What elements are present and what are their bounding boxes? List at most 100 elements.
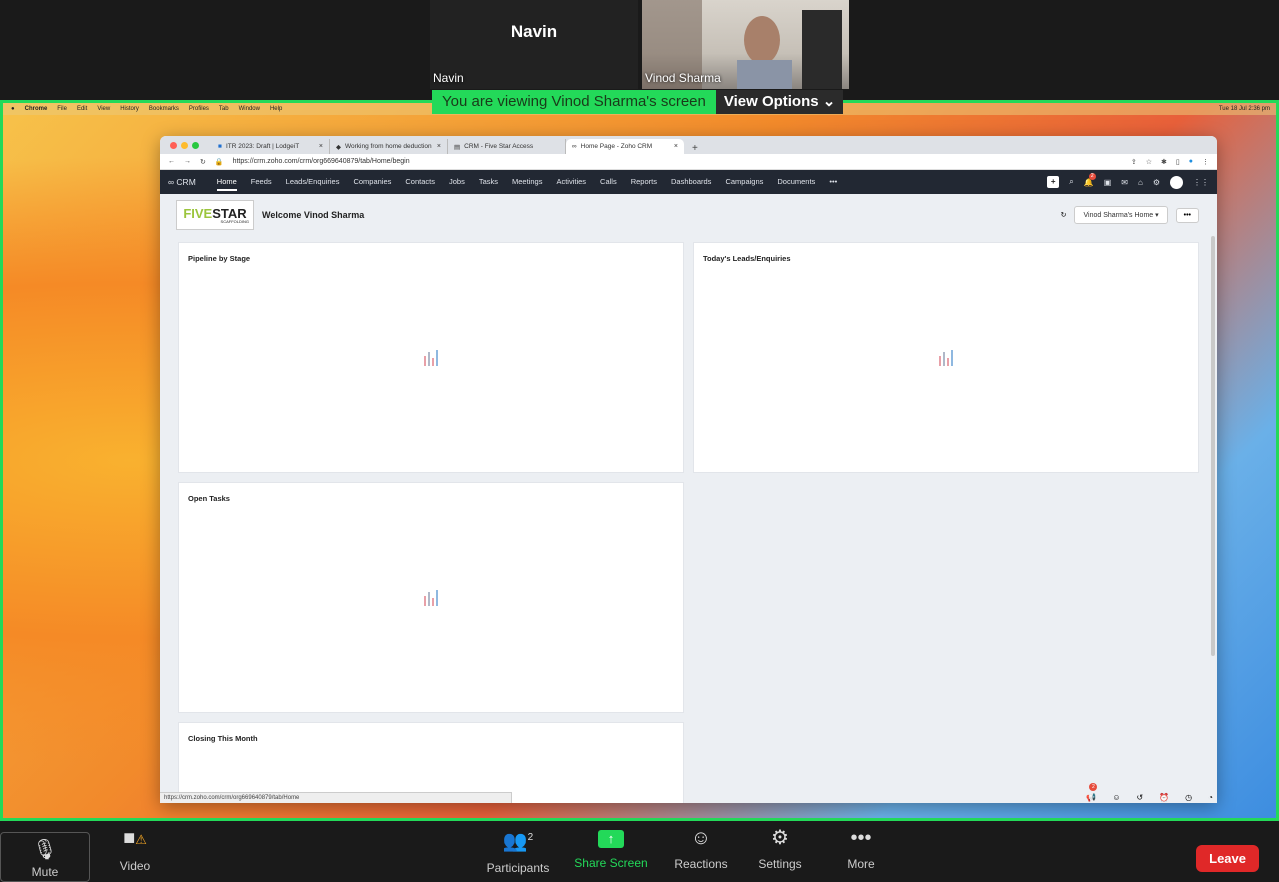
help-icon[interactable]: ◔ — [1208, 793, 1213, 802]
nav-documents[interactable]: Documents — [770, 170, 822, 194]
favicon-icon: ■ — [218, 143, 222, 150]
close-window-icon[interactable] — [170, 142, 177, 149]
bottom-badge: 2 — [1089, 783, 1098, 791]
user-avatar[interactable] — [1170, 175, 1183, 189]
close-tab-icon[interactable]: × — [674, 143, 678, 150]
reactions-button[interactable]: ☺ Reactions — [668, 821, 734, 871]
menu-app[interactable]: Chrome — [25, 106, 48, 112]
address-bar: ← → ↻ 🔒 https://crm.zoho.com/crm/org6696… — [160, 154, 1217, 170]
nav-more-icon[interactable]: ••• — [822, 170, 844, 194]
forward-icon[interactable]: → — [184, 158, 191, 165]
close-tab-icon[interactable]: × — [437, 143, 441, 150]
favicon-icon: ◆ — [336, 143, 341, 151]
browser-tab-active[interactable]: ∞ Home Page - Zoho CRM × — [566, 139, 684, 154]
extensions-icon[interactable]: ✱ — [1161, 158, 1167, 166]
share-screen-icon: ↑ — [598, 830, 624, 848]
shared-screen: ● Chrome File Edit View History Bookmark… — [0, 100, 1279, 821]
history-icon[interactable]: ↺ — [1137, 793, 1144, 802]
nav-meetings[interactable]: Meetings — [505, 170, 549, 194]
close-tab-icon[interactable]: × — [319, 143, 323, 150]
back-icon[interactable]: ← — [168, 158, 175, 165]
menu-item[interactable]: History — [120, 106, 139, 112]
apple-icon[interactable]: ● — [11, 106, 15, 112]
nav-companies[interactable]: Companies — [346, 170, 398, 194]
menubar-clock[interactable]: Tue 18 Jul 2:36 pm — [1219, 106, 1276, 112]
new-tab-icon[interactable]: + — [684, 143, 706, 154]
nav-feeds[interactable]: Feeds — [244, 170, 279, 194]
page-scrollbar[interactable] — [1211, 236, 1215, 656]
share-icon[interactable]: ⇪ — [1131, 158, 1137, 166]
nav-tasks[interactable]: Tasks — [472, 170, 505, 194]
more-options-button[interactable]: ••• — [1175, 207, 1199, 223]
participant-tile-vinod[interactable]: Vinod Sharma — [642, 0, 849, 89]
zoom-window-icon[interactable] — [192, 142, 199, 149]
nav-leads[interactable]: Leads/Enquiries — [279, 170, 347, 194]
settings-label: Settings — [758, 857, 802, 871]
leave-button[interactable]: Leave — [1196, 845, 1259, 872]
screen-share-banner: You are viewing Vinod Sharma's screen Vi… — [432, 90, 844, 114]
settings-button[interactable]: ⚙ Settings — [752, 821, 808, 871]
marketplace-icon[interactable]: ⌂ — [1138, 178, 1143, 187]
crm-nav-icons: + ⌕ 🔔 2 ▣ ✉ ⌂ ⚙ ⋮⋮ — [1047, 172, 1217, 189]
mail-icon[interactable]: ✉ — [1121, 178, 1128, 187]
refresh-icon[interactable]: ↻ — [1061, 211, 1067, 219]
home-view-select[interactable]: Vinod Sharma's Home ▾ — [1074, 206, 1168, 224]
tab-title: CRM - Five Star Access — [464, 143, 534, 150]
chat-icon[interactable]: ☺ — [1112, 793, 1120, 802]
calendar-icon[interactable]: ▣ — [1104, 178, 1112, 187]
widget-title: Today's Leads/Enquiries — [703, 254, 791, 263]
announcement-icon[interactable]: 📢 2 — [1086, 783, 1098, 802]
nav-campaigns[interactable]: Campaigns — [718, 170, 770, 194]
nav-home[interactable]: Home — [210, 170, 244, 194]
menu-item[interactable]: Tab — [219, 106, 229, 112]
apps-grid-icon[interactable]: ⋮⋮ — [1193, 178, 1209, 187]
video-button[interactable]: ■⚠ Video — [108, 821, 162, 873]
menu-item[interactable]: Help — [270, 106, 282, 112]
participant-tile-navin[interactable]: Navin Navin — [430, 0, 638, 89]
widget-todays-leads: Today's Leads/Enquiries — [693, 242, 1199, 473]
nav-jobs[interactable]: Jobs — [442, 170, 472, 194]
reload-icon[interactable]: ↻ — [200, 158, 206, 166]
settings-gear-icon[interactable]: ⚙ — [1153, 178, 1160, 187]
participants-button[interactable]: 👥2 Participants — [478, 821, 558, 875]
create-plus-icon[interactable]: + — [1047, 176, 1060, 188]
nav-calls[interactable]: Calls — [593, 170, 624, 194]
nav-dashboards[interactable]: Dashboards — [664, 170, 718, 194]
menu-item[interactable]: File — [57, 106, 67, 112]
crm-bottom-toolbar: 📢 2 ☺ ↺ ⏰ ◷ ◔ — [1086, 783, 1213, 803]
menu-item[interactable]: Profiles — [189, 106, 209, 112]
view-options-button[interactable]: View Options ⌄ — [715, 90, 844, 114]
profile-icon[interactable]: ● — [1189, 158, 1193, 165]
caret-down-icon: ▾ — [1155, 212, 1159, 219]
menu-item[interactable]: View — [97, 106, 110, 112]
alarm-icon[interactable]: ⏰ — [1159, 793, 1169, 802]
menu-item[interactable]: Bookmarks — [149, 106, 179, 112]
browser-tab[interactable]: ▤ CRM - Five Star Access — [448, 139, 566, 154]
widget-title: Open Tasks — [188, 494, 230, 503]
settings-gear-icon: ⚙ — [771, 827, 789, 849]
notification-bell-icon[interactable]: 🔔 2 — [1084, 172, 1096, 187]
bookmark-star-icon[interactable]: ☆ — [1146, 158, 1152, 166]
mute-label: Mute — [31, 865, 59, 879]
browser-menu-icon[interactable]: ⋮ — [1202, 158, 1209, 166]
tab-title: ITR 2023: Draft | LodgeiT — [225, 143, 300, 150]
nav-activities[interactable]: Activities — [549, 170, 593, 194]
menu-item[interactable]: Edit — [77, 106, 87, 112]
url-field[interactable]: https://crm.zoho.com/crm/org669640879/ta… — [233, 158, 410, 165]
participants-icon: 👥2 — [502, 830, 534, 853]
mute-button[interactable]: 🎙 Mute — [0, 832, 90, 882]
lock-icon: 🔒 — [214, 158, 224, 166]
participants-count: 2 — [527, 832, 534, 843]
nav-contacts[interactable]: Contacts — [398, 170, 442, 194]
crm-logo[interactable]: ∞ CRM — [168, 177, 196, 187]
search-icon[interactable]: ⌕ — [1069, 177, 1073, 187]
browser-tab[interactable]: ◆ Working from home deduction × — [330, 139, 448, 154]
share-screen-button[interactable]: ↑ Share Screen — [570, 821, 652, 871]
recent-icon[interactable]: ◷ — [1185, 793, 1192, 802]
menu-item[interactable]: Window — [239, 106, 260, 112]
sidepanel-icon[interactable]: ▯ — [1176, 158, 1180, 166]
more-button[interactable]: ••• More — [838, 821, 884, 871]
minimize-window-icon[interactable] — [181, 142, 188, 149]
nav-reports[interactable]: Reports — [624, 170, 664, 194]
browser-tab[interactable]: ■ ITR 2023: Draft | LodgeiT × — [212, 139, 330, 154]
